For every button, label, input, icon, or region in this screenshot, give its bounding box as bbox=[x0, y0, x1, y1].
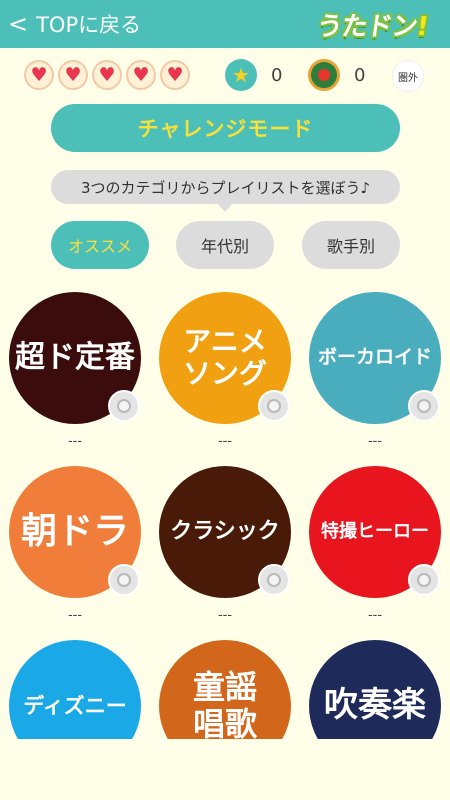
header-bar: < TOPに戻る うたドン! bbox=[0, 0, 450, 48]
tab-by-era[interactable]: 年代別 bbox=[176, 221, 274, 269]
medal-badge-icon bbox=[108, 390, 140, 422]
back-to-top-button[interactable]: < TOPに戻る bbox=[8, 8, 141, 40]
heart-icon: ♥ bbox=[126, 60, 156, 90]
category-card[interactable]: 特撮ヒーロー --- bbox=[309, 466, 449, 626]
category-circle[interactable]: ディズニー bbox=[9, 640, 141, 739]
bottom-area bbox=[0, 739, 450, 800]
medal-badge-icon bbox=[258, 390, 290, 422]
category-card[interactable]: 吹奏楽 bbox=[309, 640, 449, 739]
category-grid: 超ド定番 --- アニメソング --- ボーカロイド --- 朝ドラ --- ク… bbox=[0, 290, 450, 739]
category-card[interactable]: 朝ドラ --- bbox=[9, 466, 149, 626]
heart-icon: ♥ bbox=[160, 60, 190, 90]
medal-badge-icon bbox=[408, 390, 440, 422]
category-card[interactable]: クラシック --- bbox=[159, 466, 299, 626]
medal-badge-icon bbox=[108, 564, 140, 596]
hint-bubble-tail bbox=[217, 203, 233, 212]
heart-icon: ♥ bbox=[58, 60, 88, 90]
rank-badge: 圏外 bbox=[392, 60, 424, 92]
category-card[interactable]: ディズニー bbox=[9, 640, 149, 739]
category-card[interactable]: 超ド定番 --- bbox=[9, 292, 149, 452]
challenge-mode-button[interactable]: チャレンジモード bbox=[51, 104, 400, 152]
category-score: --- bbox=[217, 434, 233, 449]
tab-recommended[interactable]: オススメ bbox=[51, 221, 149, 269]
medal-badge-icon bbox=[258, 564, 290, 596]
star-count: 0 bbox=[271, 64, 283, 86]
category-score: --- bbox=[367, 434, 383, 449]
category-card[interactable]: 童謡唱歌 bbox=[159, 640, 299, 739]
back-label: TOPに戻る bbox=[36, 13, 142, 37]
category-card[interactable]: ボーカロイド --- bbox=[309, 292, 449, 452]
tab-by-singer[interactable]: 歌手別 bbox=[302, 221, 400, 269]
category-score: --- bbox=[367, 608, 383, 623]
star-stat: ★ 0 bbox=[225, 59, 282, 91]
chevron-left-icon: < bbox=[8, 10, 29, 38]
heart-icon: ♥ bbox=[92, 60, 122, 90]
medal-count: 0 bbox=[354, 64, 366, 86]
app-logo: うたドン! bbox=[315, 6, 431, 43]
logo-text: うたドン bbox=[314, 12, 419, 42]
status-bar: ♥ ♥ ♥ ♥ ♥ ★ 0 0 圏外 bbox=[0, 56, 450, 96]
category-circle[interactable]: 吹奏楽 bbox=[309, 640, 441, 739]
category-score: --- bbox=[67, 608, 83, 623]
category-card[interactable]: アニメソング --- bbox=[159, 292, 299, 452]
hint-bubble: 3つのカテゴリからプレイリストを選ぼう♪ bbox=[51, 170, 400, 204]
medal-icon bbox=[308, 59, 340, 91]
medal-stat: 0 bbox=[308, 59, 365, 91]
medal-badge-icon bbox=[408, 564, 440, 596]
category-score: --- bbox=[67, 434, 83, 449]
category-circle[interactable]: 童謡唱歌 bbox=[159, 640, 291, 739]
star-icon: ★ bbox=[225, 59, 257, 91]
life-hearts: ♥ ♥ ♥ ♥ ♥ bbox=[24, 60, 194, 90]
heart-icon: ♥ bbox=[24, 60, 54, 90]
category-score: --- bbox=[217, 608, 233, 623]
